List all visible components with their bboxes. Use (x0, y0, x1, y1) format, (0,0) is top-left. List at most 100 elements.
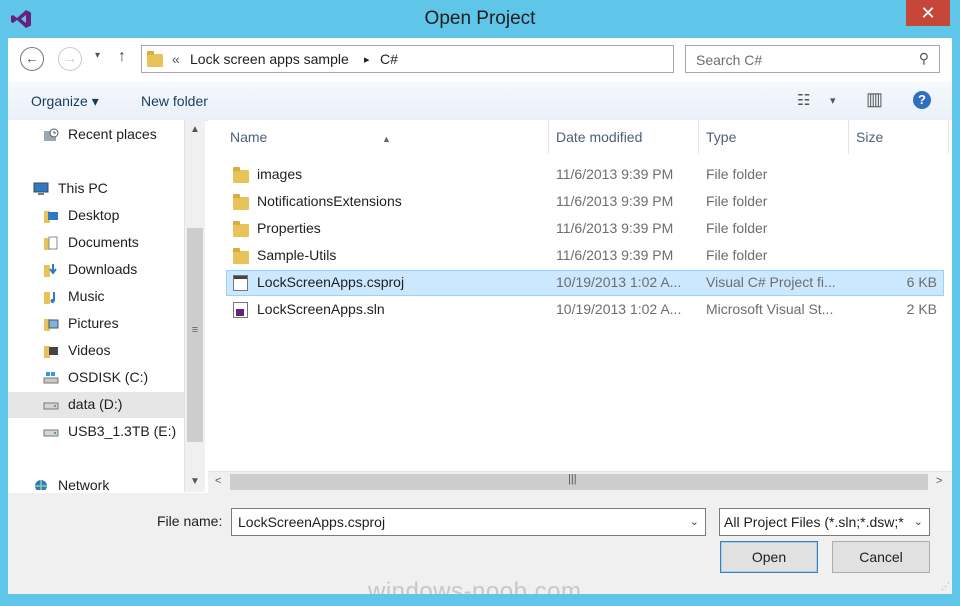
file-list: Name ▲ Date modified Type Size images 11… (208, 120, 952, 471)
network-icon (35, 480, 47, 490)
file-date: 11/6/2013 9:39 PM (556, 193, 674, 209)
file-row-images[interactable]: images 11/6/2013 9:39 PM File folder (226, 162, 944, 188)
column-header-date[interactable]: Date modified (549, 120, 699, 154)
view-options-dropdown[interactable]: ▾ (830, 94, 836, 107)
search-box[interactable]: ⚲ (685, 45, 940, 73)
preview-pane-icon[interactable]: ▥ (866, 89, 883, 110)
cancel-button[interactable]: Cancel (832, 541, 930, 573)
folder-icon (233, 221, 249, 237)
search-input[interactable] (694, 51, 898, 69)
file-type: Microsoft Visual St... (706, 301, 834, 317)
sidebar-item-documents[interactable]: Documents (8, 230, 184, 256)
new-folder-button[interactable]: New folder (141, 93, 208, 109)
sidebar-item-recent-places[interactable]: Recent places (8, 122, 184, 148)
recent-locations-dropdown[interactable]: ▾ (95, 50, 100, 61)
sidebar-item-label: Recent places (68, 126, 157, 142)
sidebar-item-usb-drive[interactable]: USB3_1.3TB (E:) (8, 419, 184, 445)
organize-button[interactable]: Organize ▾ (31, 93, 99, 110)
chevron-down-icon[interactable]: ⌄ (910, 515, 923, 528)
pictures-folder-icon (44, 319, 59, 331)
change-view-icon[interactable]: ☷ (797, 91, 810, 109)
folder-icon (233, 194, 249, 210)
file-name: LockScreenApps.sln (257, 301, 385, 317)
sidebar-item-videos[interactable]: Videos (8, 338, 184, 364)
folder-icon (233, 248, 249, 264)
drive-icon (43, 402, 59, 410)
breadcrumb-separator-icon[interactable]: ▸ (364, 53, 370, 66)
sidebar-item-label: OSDISK (C:) (68, 369, 149, 385)
breadcrumb-item[interactable]: C# (380, 51, 398, 67)
file-type: File folder (706, 247, 768, 263)
sidebar-item-data-drive[interactable]: data (D:) (8, 392, 184, 418)
sidebar-item-pictures[interactable]: Pictures (8, 311, 184, 337)
file-type: File folder (706, 193, 768, 209)
system-drive-icon (43, 372, 59, 384)
up-button[interactable]: ↑ (118, 48, 126, 66)
file-row-notificationsextensions[interactable]: NotificationsExtensions 11/6/2013 9:39 P… (226, 189, 944, 215)
file-name: Sample-Utils (257, 247, 337, 263)
navigation-pane: Recent places This PC Desktop Documents … (8, 120, 184, 490)
scroll-up-icon[interactable]: ▲ (185, 124, 205, 135)
file-date: 11/6/2013 9:39 PM (556, 220, 674, 236)
file-list-horizontal-scrollbar[interactable]: < ||| > (208, 471, 952, 493)
back-button[interactable]: ← (20, 47, 44, 71)
file-row-properties[interactable]: Properties 11/6/2013 9:39 PM File folder (226, 216, 944, 242)
folder-icon (147, 51, 163, 67)
sidebar-item-downloads[interactable]: Downloads (8, 257, 184, 283)
sidebar-item-label: Pictures (68, 315, 119, 331)
breadcrumb-item[interactable]: Lock screen apps sample (190, 51, 349, 67)
sidebar-item-network[interactable]: Network (8, 473, 184, 490)
scroll-down-icon[interactable]: ▼ (185, 476, 205, 487)
forward-button[interactable]: → (58, 47, 82, 71)
sidebar-item-label: Videos (68, 342, 111, 358)
drive-icon (43, 429, 59, 437)
file-date: 10/19/2013 1:02 A... (556, 301, 682, 317)
help-icon[interactable]: ? (913, 91, 931, 109)
chevron-down-icon[interactable]: ⌄ (690, 515, 699, 528)
file-name: Properties (257, 220, 321, 236)
address-row: ← → ▾ ↑ « Lock screen apps sample ▸ C# ⌄… (8, 38, 952, 82)
file-date: 10/19/2013 1:02 A... (556, 274, 682, 290)
search-icon[interactable]: ⚲ (919, 50, 929, 67)
file-type-filter-select[interactable]: All Project Files (*.sln;*.dsw;* ⌄ (719, 508, 930, 536)
sidebar-item-osdisk[interactable]: OSDISK (C:) (8, 365, 184, 391)
breadcrumb-overflow[interactable]: « (172, 51, 180, 67)
csharp-project-icon (233, 275, 248, 291)
navigation-pane-scrollbar[interactable]: ▲ ≡ ▼ (184, 120, 205, 492)
file-type: Visual C# Project fi... (706, 274, 836, 290)
file-type: File folder (706, 166, 768, 182)
file-size: 6 KB (906, 274, 937, 290)
sidebar-item-this-pc[interactable]: This PC (8, 176, 184, 202)
open-button[interactable]: Open (720, 541, 818, 573)
column-header-type[interactable]: Type (699, 120, 849, 154)
file-name-input[interactable] (236, 513, 670, 531)
file-row-sln[interactable]: LockScreenApps.sln 10/19/2013 1:02 A... … (226, 297, 944, 323)
command-bar: Organize ▾ New folder ☷ ▾ ▥ ? (8, 82, 952, 121)
videos-folder-icon (44, 346, 58, 358)
scroll-right-icon[interactable]: > (936, 475, 942, 487)
column-header-size[interactable]: Size (849, 120, 949, 154)
sort-ascending-icon: ▲ (382, 134, 391, 144)
sidebar-item-label: USB3_1.3TB (E:) (68, 423, 177, 439)
scroll-left-icon[interactable]: < (215, 475, 221, 487)
file-name-label: File name: (157, 513, 223, 529)
resize-grip-icon[interactable]: ⋰ (941, 581, 950, 592)
column-header-name[interactable]: Name ▲ (208, 120, 549, 154)
scrollbar-thumb[interactable] (230, 474, 928, 490)
file-name: LockScreenApps.csproj (257, 274, 405, 290)
sidebar-item-label: Network (58, 477, 110, 490)
column-header-label: Name (230, 129, 268, 145)
scrollbar-grip-icon: ||| (568, 473, 577, 485)
recent-places-icon (44, 128, 59, 141)
file-row-csproj[interactable]: LockScreenApps.csproj 10/19/2013 1:02 A.… (226, 270, 944, 296)
close-button[interactable]: ✕ (906, 0, 950, 26)
computer-icon (33, 182, 49, 195)
sidebar-item-label: Downloads (68, 261, 138, 277)
sidebar-item-desktop[interactable]: Desktop (8, 203, 184, 229)
address-bar[interactable]: « Lock screen apps sample ▸ C# ⌄ ↻ (141, 45, 799, 73)
sidebar-item-music[interactable]: Music (8, 284, 184, 310)
dialog-client: ← → ▾ ↑ « Lock screen apps sample ▸ C# ⌄… (8, 38, 952, 605)
file-row-sample-utils[interactable]: Sample-Utils 11/6/2013 9:39 PM File fold… (226, 243, 944, 269)
file-name: images (257, 166, 303, 182)
file-name-combobox[interactable]: ⌄ (231, 508, 706, 536)
